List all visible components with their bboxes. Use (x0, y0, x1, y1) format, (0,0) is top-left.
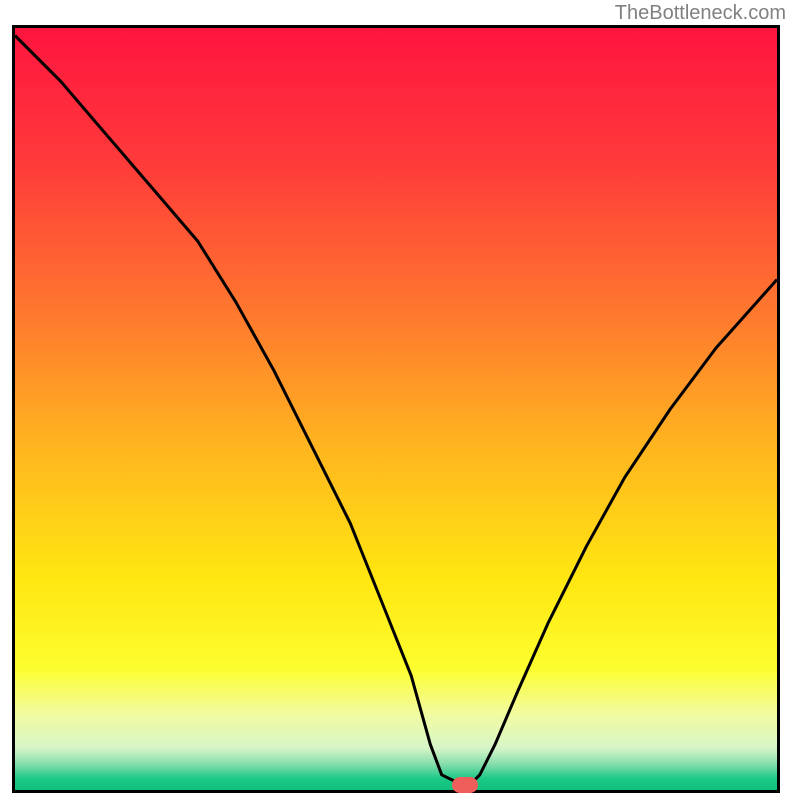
optimal-point-marker (452, 777, 478, 793)
plot-frame (12, 25, 780, 793)
watermark-text: TheBottleneck.com (615, 2, 786, 25)
bottleneck-curve (15, 28, 777, 790)
